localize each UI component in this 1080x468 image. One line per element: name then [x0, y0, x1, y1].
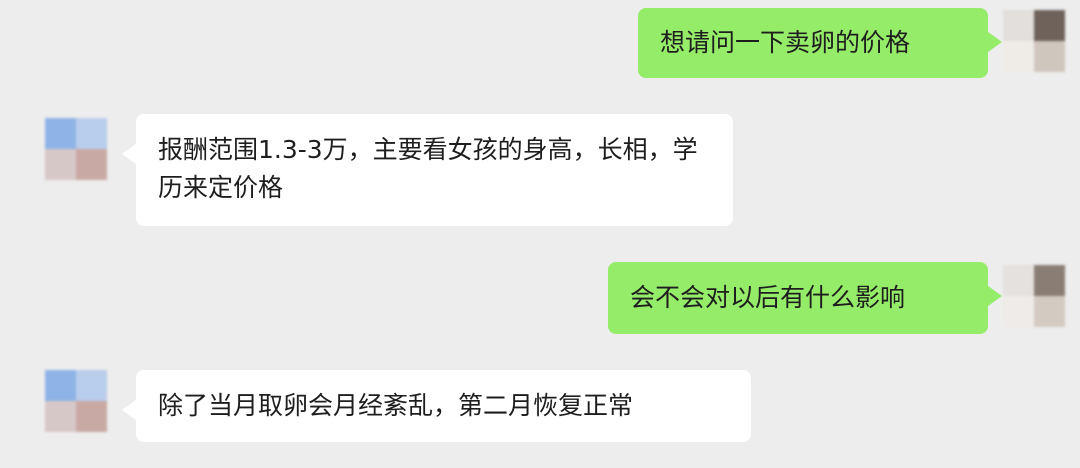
message-text: 报酬范围1.3-3万，主要看女孩的身高，长相，学历来定价格: [158, 135, 698, 202]
avatar[interactable]: [45, 370, 107, 432]
message-bubble[interactable]: 报酬范围1.3-3万，主要看女孩的身高，长相，学历来定价格: [122, 114, 733, 226]
avatar[interactable]: [1003, 265, 1065, 327]
message-text: 会不会对以后有什么影响: [630, 283, 906, 312]
message-text: 除了当月取卵会月经紊乱，第二月恢复正常: [158, 391, 634, 420]
message-bubble[interactable]: 会不会对以后有什么影响: [608, 262, 1002, 334]
avatar[interactable]: [45, 118, 107, 180]
avatar[interactable]: [1003, 10, 1065, 72]
message-text: 想请问一下卖卵的价格: [660, 28, 911, 57]
message-bubble[interactable]: 想请问一下卖卵的价格: [638, 8, 1002, 78]
message-bubble[interactable]: 除了当月取卵会月经紊乱，第二月恢复正常: [122, 370, 751, 442]
